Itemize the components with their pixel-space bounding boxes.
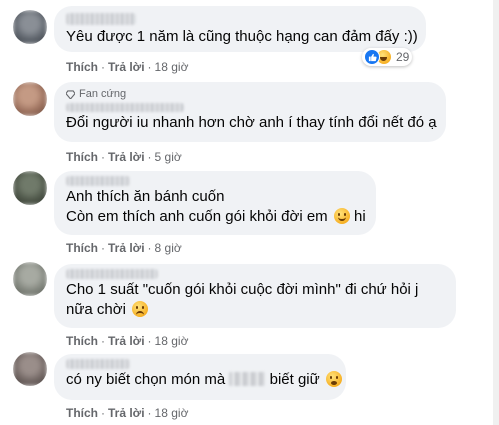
commenter-name[interactable] bbox=[66, 13, 136, 25]
comment-bubble: có ny biết chọn món mà biết giữ bbox=[54, 354, 346, 400]
reactions-summary[interactable]: 29 bbox=[362, 48, 413, 66]
scrollbar[interactable] bbox=[493, 0, 499, 425]
reply-button[interactable]: Trả lời bbox=[108, 150, 145, 164]
comment-time[interactable]: 18 giờ bbox=[155, 60, 189, 74]
diamond-icon bbox=[66, 90, 75, 99]
comment-actions: Thích · Trả lời · 18 giờ bbox=[66, 334, 189, 348]
like-button[interactable]: Thích bbox=[66, 60, 98, 74]
comment-actions: Thích · Trả lời · 5 giờ bbox=[66, 150, 182, 164]
comment-time[interactable]: 5 giờ bbox=[155, 150, 182, 164]
comment-text: có ny biết chọn món mà biết giữ bbox=[66, 370, 342, 390]
comment-text: Yêu được 1 năm là cũng thuộc hạng can đả… bbox=[66, 28, 418, 45]
comment-bubble: Anh thích ăn bánh cuốn Còn em thích anh … bbox=[54, 171, 376, 235]
comment-bubble: Yêu được 1 năm là cũng thuộc hạng can đả… bbox=[54, 6, 426, 52]
avatar[interactable] bbox=[13, 352, 47, 386]
commenter-name[interactable] bbox=[66, 359, 130, 369]
reply-button[interactable]: Trả lời bbox=[108, 60, 145, 74]
like-button[interactable]: Thích bbox=[66, 406, 98, 420]
reply-button[interactable]: Trả lời bbox=[108, 334, 145, 348]
comment-actions: Thích · Trả lời · 18 giờ bbox=[66, 406, 189, 420]
comment-line-2: Còn em thích anh cuốn gói khỏi đời em hi bbox=[66, 208, 366, 225]
redacted-name bbox=[229, 372, 266, 386]
comment-line-1: Anh thích ăn bánh cuốn bbox=[66, 188, 225, 205]
worried-emoji-icon bbox=[325, 371, 342, 387]
comment-text: Đổi người iu nhanh hơn chờ anh í thay tí… bbox=[66, 114, 437, 131]
comment-time[interactable]: 8 giờ bbox=[155, 241, 182, 255]
comment-line-2: nữa chời bbox=[66, 300, 444, 320]
reply-button[interactable]: Trả lời bbox=[108, 241, 145, 255]
comment-actions: Thích · Trả lời · 8 giờ bbox=[66, 241, 182, 255]
avatar[interactable] bbox=[13, 10, 47, 44]
sad-emoji-icon bbox=[132, 301, 149, 317]
commenter-name[interactable] bbox=[66, 176, 130, 186]
smile-emoji-icon bbox=[333, 208, 350, 224]
comment-actions: Thích · Trả lời · 18 giờ bbox=[66, 60, 189, 74]
comment-time[interactable]: 18 giờ bbox=[155, 334, 189, 348]
like-button[interactable]: Thích bbox=[66, 241, 98, 255]
reply-button[interactable]: Trả lời bbox=[108, 406, 145, 420]
comment-time[interactable]: 18 giờ bbox=[155, 406, 189, 420]
comment-bubble: Cho 1 suất "cuốn gói khỏi cuộc đời mình"… bbox=[54, 264, 456, 328]
avatar[interactable] bbox=[13, 82, 47, 116]
like-button[interactable]: Thích bbox=[66, 334, 98, 348]
commenter-name[interactable] bbox=[66, 103, 184, 112]
commenter-name[interactable] bbox=[66, 269, 158, 279]
comment-bubble: Fan cứng Đổi người iu nhanh hơn chờ anh … bbox=[54, 82, 446, 142]
avatar[interactable] bbox=[13, 262, 47, 296]
like-icon bbox=[364, 49, 380, 65]
reaction-count: 29 bbox=[396, 50, 410, 64]
like-button[interactable]: Thích bbox=[66, 150, 98, 164]
fan-badge-label: Fan cứng bbox=[79, 88, 127, 100]
comment-line-1: Cho 1 suất "cuốn gói khỏi cuộc đời mình"… bbox=[66, 281, 419, 298]
avatar[interactable] bbox=[13, 171, 47, 205]
fan-badge: Fan cứng bbox=[66, 88, 434, 101]
